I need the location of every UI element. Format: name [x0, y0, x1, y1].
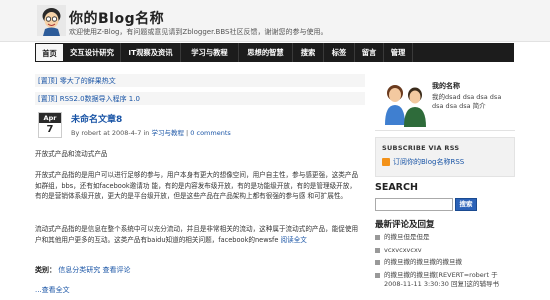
post-date: Apr 7 — [38, 112, 62, 138]
nav-item-wisdom[interactable]: 思想的智慧 — [239, 43, 293, 62]
comment-text[interactable]: 的撒旦撒的撒旦撒的撒旦撒 — [384, 258, 462, 266]
nav-item-home[interactable]: 首页 — [35, 43, 64, 62]
author-box: 我的名称 我的dsad dsa dsa dsa dsa dsa dsa 简介 — [375, 71, 515, 131]
sidebar: 我的名称 我的dsad dsa dsa dsa dsa dsa dsa 简介 S… — [375, 63, 515, 300]
post-meta: By robert at 2008-4-7 in 学习与教程 | 0 comme… — [71, 129, 231, 137]
search-button[interactable]: 搜索 — [455, 198, 477, 211]
search-input[interactable] — [375, 198, 453, 211]
nav-item-tutorials[interactable]: 学习与教程 — [181, 43, 239, 62]
read-full-link[interactable]: 阅读全文 — [281, 236, 307, 244]
comment-item[interactable]: vcxvcxvcxv — [375, 246, 515, 256]
subscribe-box: SUBSCRIBE VIA RSS 订阅你的Blog名称RSS — [375, 137, 515, 177]
bullet-icon — [375, 272, 380, 278]
subscribe-link[interactable]: 订阅你的Blog名称RSS — [393, 157, 464, 167]
comment-text[interactable]: 的撒旦撒的撒旦撒[REVERT=robert 于2008-11-11 3:30:… — [384, 271, 499, 289]
comment-text[interactable]: 的撒旦但是但是 — [384, 233, 430, 241]
rss-icon[interactable] — [382, 158, 390, 166]
author-description: 我的dsad dsa dsa dsa dsa dsa dsa 简介 — [432, 93, 502, 110]
post-paragraph-text: 流动式产品指的是信息在整个系统中可以充分流动，并且是非常相关的流动，这种属于流动… — [35, 225, 359, 244]
post-paragraph: 流动式产品指的是信息在整个系统中可以充分流动，并且是非常相关的流动，这种属于流动… — [35, 224, 361, 245]
comment-item[interactable]: 的撒旦撒的撒旦撒[REVERT=robert 于2008-11-11 3:30:… — [375, 271, 515, 290]
post-meta-prefix: By robert at 2008-4-7 in — [71, 129, 150, 137]
site-header: 你的Blog名称 欢迎使用Z-Blog，有问题或意见请到Zblogger.BBS… — [0, 0, 550, 42]
post-day: 7 — [46, 124, 54, 135]
category-label: 类别： — [35, 266, 56, 274]
nav-item-search[interactable]: 搜索 — [293, 43, 324, 62]
pinned-post-1[interactable]: [置顶] 零大了的鲜果热文 — [35, 74, 365, 88]
avatar-logo-icon[interactable] — [37, 5, 66, 36]
category-link[interactable]: 信息分类研究 — [58, 266, 100, 274]
site-description: 欢迎使用Z-Blog，有问题或意见请到Zblogger.BBS社区反馈，谢谢您的… — [69, 28, 328, 36]
recent-comments-list: 的撒旦但是但是 vcxvcxvcxv 的撒旦撒的撒旦撒的撒旦撒 的撒旦撒的撒旦撒… — [375, 233, 515, 293]
search-heading: SEARCH — [375, 182, 418, 193]
pinned-post-2[interactable]: [置顶] RSS2.0数据导入程序 1.0 — [35, 92, 365, 106]
main-nav: 首页 交互设计研究 IT观察及资讯 学习与教程 思想的智慧 搜索 标签 留言 管… — [35, 43, 514, 62]
nav-item-guestbook[interactable]: 留言 — [355, 43, 384, 62]
post-comments-link[interactable]: 0 comments — [190, 129, 230, 137]
subscribe-title: SUBSCRIBE VIA RSS — [382, 144, 460, 152]
pinned-link[interactable]: RSS2.0数据导入程序 1.0 — [60, 95, 140, 103]
site-title[interactable]: 你的Blog名称 — [69, 8, 164, 28]
post-paragraph: 开放式产品和流动式产品 — [35, 150, 108, 158]
recent-comments-heading: 最新评论及回复 — [375, 220, 435, 230]
nav-item-interaction-design[interactable]: 交互设计研究 — [64, 43, 121, 62]
post-category-link[interactable]: 学习与教程 — [151, 129, 184, 137]
comment-item[interactable]: 的撒旦但是但是 — [375, 233, 515, 243]
bullet-icon — [375, 235, 380, 240]
pinned-tag[interactable]: [置顶] — [38, 95, 57, 103]
post-paragraph: 开放式产品指的是用户可以进行足够的参与，用户本身有更大的想像空间，用户自主性，参… — [35, 171, 359, 200]
nav-item-tags[interactable]: 标签 — [324, 43, 355, 62]
post-month: Apr — [39, 113, 61, 123]
comment-item[interactable]: 的撒旦撒的撒旦撒的撒旦撒 — [375, 258, 515, 268]
more-link[interactable]: ...查看全文 — [35, 285, 70, 295]
nav-item-admin[interactable]: 管理 — [384, 43, 413, 62]
bullet-icon — [375, 260, 380, 265]
pinned-link[interactable]: 零大了的鲜果热文 — [60, 77, 116, 85]
pinned-tag[interactable]: [置顶] — [38, 77, 57, 85]
post-footer: 类别： 信息分类研究 查看评论 — [35, 265, 130, 275]
comment-text[interactable]: vcxvcxvcxv — [384, 246, 422, 254]
author-avatars-icon — [385, 85, 426, 127]
bullet-icon — [375, 247, 380, 253]
author-name: 我的名称 — [432, 82, 460, 90]
view-comments-link[interactable]: 查看评论 — [102, 266, 130, 274]
nav-item-it-news[interactable]: IT观察及资讯 — [121, 43, 181, 62]
post-title[interactable]: 未命名文章8 — [71, 112, 122, 125]
main-content: [置顶] 零大了的鲜果热文 [置顶] RSS2.0数据导入程序 1.0 Apr … — [35, 63, 365, 300]
